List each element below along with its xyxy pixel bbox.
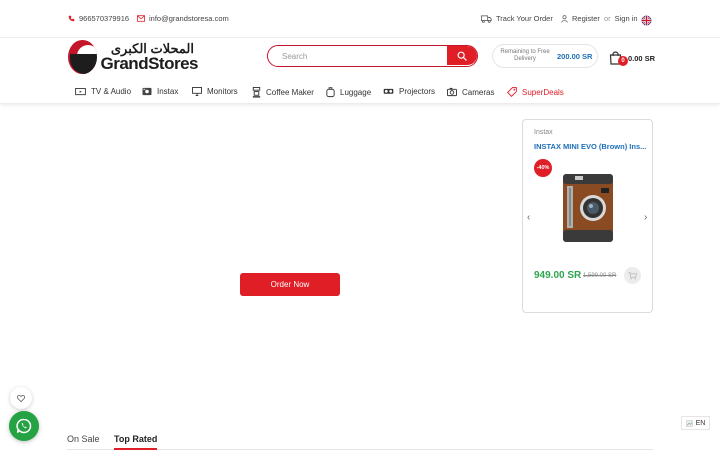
truck-icon [481, 14, 492, 23]
coffee-maker-icon [252, 87, 261, 98]
account-links: Register or Sign in [561, 14, 638, 23]
free-delivery-amount: 200.00 SR [557, 51, 593, 61]
whatsapp-button[interactable] [9, 411, 39, 441]
add-to-cart-button[interactable] [624, 267, 641, 284]
nav-item-tv-audio[interactable]: TV & Audio [75, 87, 131, 96]
logo-mark-icon [68, 40, 97, 74]
nav-item-cameras[interactable]: Cameras [447, 87, 494, 97]
projector-icon [383, 88, 394, 94]
nav-item-superdeals[interactable]: SuperDeals [507, 87, 564, 97]
carousel-next-icon[interactable]: › [644, 212, 647, 223]
tab-top-rated[interactable]: Top Rated [114, 434, 158, 450]
nav-item-label: Cameras [462, 87, 495, 97]
or-separator: or [603, 14, 611, 23]
nav-item-projectors[interactable]: Projectors [383, 87, 435, 96]
search-bar [267, 45, 478, 67]
product-name[interactable]: INSTAX MINI EVO (Brown) Ins... [534, 142, 646, 151]
category-nav: TV & Audio Instax Monitors Coffee Maker … [0, 80, 720, 104]
monitor-icon [192, 87, 202, 96]
sign-in-link[interactable]: Sign in [615, 14, 638, 23]
nav-item-label: Projectors [399, 87, 436, 96]
email-address: info@grandstoresa.com [149, 14, 229, 23]
mail-icon [137, 15, 145, 22]
phone-icon [68, 15, 75, 22]
flag-icon [685, 419, 693, 427]
cart-plus-icon [628, 271, 637, 280]
product-price: 949.00 SR [534, 270, 582, 281]
nav-item-monitors[interactable]: Monitors [192, 87, 238, 96]
carousel-prev-icon[interactable]: ‹ [527, 212, 530, 223]
track-order-link[interactable]: Track Your Order [481, 14, 553, 23]
user-icon [561, 14, 568, 23]
whatsapp-icon [16, 418, 32, 434]
nav-item-coffee-maker[interactable]: Coffee Maker [252, 87, 314, 98]
order-now-button[interactable]: Order Now [240, 273, 340, 296]
register-link[interactable]: Register [572, 14, 600, 23]
nav-item-label: SuperDeals [522, 87, 564, 97]
nav-item-label: Coffee Maker [266, 88, 314, 97]
heart-chat-icon [17, 394, 25, 402]
product-old-price: 1,599.00 SR [583, 273, 617, 279]
tab-on-sale[interactable]: On Sale [67, 434, 100, 444]
search-button[interactable] [447, 46, 477, 65]
free-delivery-indicator: Remaining to Free Delivery 200.00 SR [492, 44, 598, 68]
search-input[interactable] [268, 47, 448, 66]
nav-item-luggage[interactable]: Luggage [326, 87, 371, 98]
cart-button[interactable]: 0 0.00 SR [609, 48, 659, 68]
main-header: المحلات الكبرى GrandStores Remaining to … [0, 38, 720, 80]
phone-number: 966570379916 [79, 14, 130, 23]
featured-product-card[interactable]: Instax INSTAX MINI EVO (Brown) Ins... -4… [522, 119, 653, 313]
product-image[interactable] [561, 172, 615, 249]
track-order-label: Track Your Order [496, 14, 553, 23]
uk-flag-icon[interactable] [641, 13, 652, 31]
cart-total: 0.00 SR [628, 53, 656, 63]
language-switcher[interactable]: EN [681, 416, 710, 430]
nav-item-label: TV & Audio [91, 87, 132, 96]
camera-icon [447, 87, 457, 97]
email-contact[interactable]: info@grandstoresa.com [137, 14, 229, 23]
nav-item-label: Instax [157, 87, 179, 96]
free-delivery-label: Remaining to Free Delivery [500, 48, 550, 63]
nav-item-instax[interactable]: Instax [142, 87, 178, 96]
phone-contact[interactable]: 966570379916 [68, 14, 129, 23]
cart-count-badge: 0 [618, 56, 628, 66]
logo-english-text: GrandStores [100, 54, 199, 73]
luggage-icon [326, 87, 335, 98]
search-icon [457, 51, 467, 61]
discount-badge: -40% [534, 159, 552, 177]
product-tabs: On Sale Top Rated [67, 433, 653, 450]
language-code: EN [695, 419, 706, 427]
instax-camera-icon [142, 87, 152, 96]
tv-icon [75, 87, 86, 95]
chat-widget-button[interactable] [10, 387, 32, 409]
product-brand[interactable]: Instax [534, 129, 553, 136]
nav-item-label: Luggage [340, 88, 372, 97]
nav-item-label: Monitors [207, 87, 238, 96]
tag-icon [507, 87, 517, 97]
top-bar: 966570379916 info@grandstoresa.com Track… [0, 0, 720, 38]
site-logo[interactable]: المحلات الكبرى GrandStores [68, 39, 199, 75]
